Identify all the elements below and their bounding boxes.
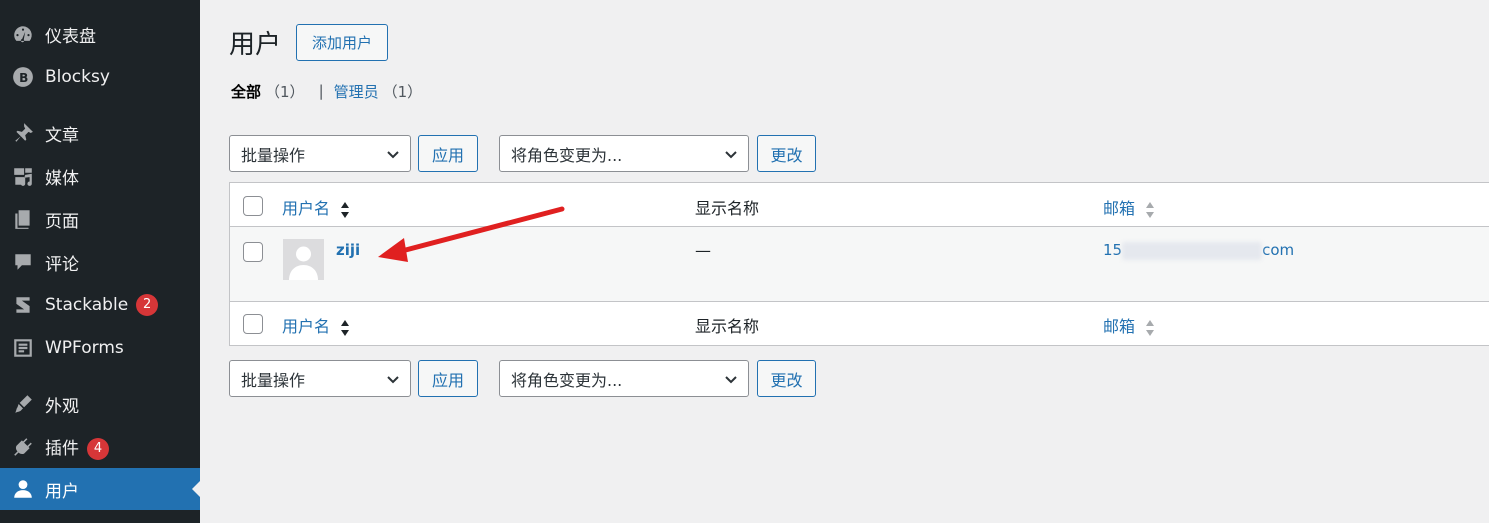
pin-icon [11,121,35,145]
sidebar-item-label: 仪表盘 [45,26,96,47]
dashboard-icon [11,22,35,46]
filter-all-link[interactable]: 全部 [231,81,261,102]
sidebar-item-comments[interactable]: 评论 [0,241,200,283]
bulk-action-value: 批量操作 [241,370,306,390]
sidebar-item-users[interactable]: 用户 [0,468,200,510]
chevron-down-icon [725,151,737,159]
stackable-icon [11,293,35,317]
change-role-button-bottom[interactable]: 更改 [757,360,816,397]
page-icon [11,207,35,231]
table-header: 用户名 显示名称 邮箱 [230,183,1489,227]
row-checkbox[interactable] [243,242,263,262]
chevron-down-icon [387,376,399,384]
bulk-action-select-top[interactable]: 批量操作 [229,135,411,172]
sidebar-item-media[interactable]: 媒体 [0,155,200,197]
sidebar-item-label: 媒体 [45,168,79,189]
add-user-button[interactable]: 添加用户 [296,24,388,61]
change-role-select-bottom[interactable]: 将角色变更为... [499,360,749,397]
select-all-checkbox[interactable] [243,196,263,216]
select-all-checkbox-footer[interactable] [243,314,263,334]
username-column-footer[interactable]: 用户名 [282,313,350,338]
sidebar-item-appearance[interactable]: 外观 [0,383,200,425]
table-row: ziji — 15 com [230,227,1489,301]
display-name-column-header: 显示名称 [695,199,760,218]
username-sort-link[interactable]: 用户名 [282,199,330,218]
brush-icon [11,392,35,416]
change-role-select-top[interactable]: 将角色变更为... [499,135,749,172]
media-icon [11,164,35,188]
sidebar-item-blocksy[interactable]: B Blocksy [0,56,200,98]
filter-all-count: （1） [265,82,305,101]
email-sort-link[interactable]: 邮箱 [1103,317,1135,336]
email-sort-link[interactable]: 邮箱 [1103,199,1135,218]
email-column-footer[interactable]: 邮箱 [1103,313,1155,338]
sidebar-item-plugins[interactable]: 插件 4 [0,426,200,468]
filter-separator: | [318,82,324,100]
sort-indicator-icon [1146,319,1155,336]
sidebar-item-label: 用户 [45,481,79,502]
sort-indicator-icon [1146,201,1155,218]
users-table: 用户名 显示名称 邮箱 ziji — 15 com 用户名 显示名称 邮箱 [229,182,1489,346]
sidebar-item-posts[interactable]: 文章 [0,112,200,154]
filter-admin-count: （1） [382,82,423,101]
admin-sidebar: 仪表盘 B Blocksy 文章 媒体 页面 评论 Stackable 2 WPF… [0,0,200,523]
redacted-email-blur [1122,241,1263,260]
sidebar-item-label: 插件 4 [45,434,109,460]
user-icon [11,477,35,501]
chevron-down-icon [387,151,399,159]
sidebar-item-label: Blocksy [45,67,110,87]
blocksy-icon: B [11,65,35,89]
display-name-column-footer: 显示名称 [695,317,760,336]
sidebar-item-label: 评论 [45,254,79,275]
sidebar-item-pages[interactable]: 页面 [0,198,200,240]
table-footer: 用户名 显示名称 邮箱 [230,301,1489,345]
wpforms-icon [11,336,35,360]
sidebar-item-dashboard[interactable]: 仪表盘 [0,13,200,55]
chevron-down-icon [725,376,737,384]
page-title: 用户 [229,30,282,60]
change-role-button-top[interactable]: 更改 [757,135,816,172]
change-role-value: 将角色变更为... [511,370,623,390]
filter-admin-link[interactable]: 管理员 [334,81,379,102]
sidebar-item-label: 页面 [45,211,79,232]
bulk-action-select-bottom[interactable]: 批量操作 [229,360,411,397]
svg-text:B: B [19,71,28,85]
sidebar-item-stackable[interactable]: Stackable 2 [0,284,200,326]
display-name-cell: — [695,241,711,260]
sort-indicator-icon [341,201,350,218]
sort-indicator-icon [341,319,350,336]
sidebar-item-label: WPForms [45,338,124,358]
comment-icon [11,250,35,274]
email-link[interactable]: 15 com [1103,241,1294,260]
update-count-badge: 2 [136,294,159,316]
username-link[interactable]: ziji [336,241,360,259]
plugin-icon [11,435,35,459]
apply-button-bottom[interactable]: 应用 [418,360,478,397]
sidebar-item-label: 外观 [45,396,79,417]
update-count-badge: 4 [87,438,109,460]
change-role-value: 将角色变更为... [511,145,623,165]
avatar [283,239,324,280]
username-column-header[interactable]: 用户名 [282,195,350,220]
bulk-action-value: 批量操作 [241,145,306,165]
sidebar-item-wpforms[interactable]: WPForms [0,327,200,369]
username-sort-link[interactable]: 用户名 [282,317,330,336]
sidebar-item-label: Stackable 2 [45,294,159,316]
email-column-header[interactable]: 邮箱 [1103,195,1155,220]
role-filter-links: 全部 （1） | 管理员 （1） [231,80,422,102]
sidebar-item-label: 文章 [45,125,79,146]
apply-button-top[interactable]: 应用 [418,135,478,172]
